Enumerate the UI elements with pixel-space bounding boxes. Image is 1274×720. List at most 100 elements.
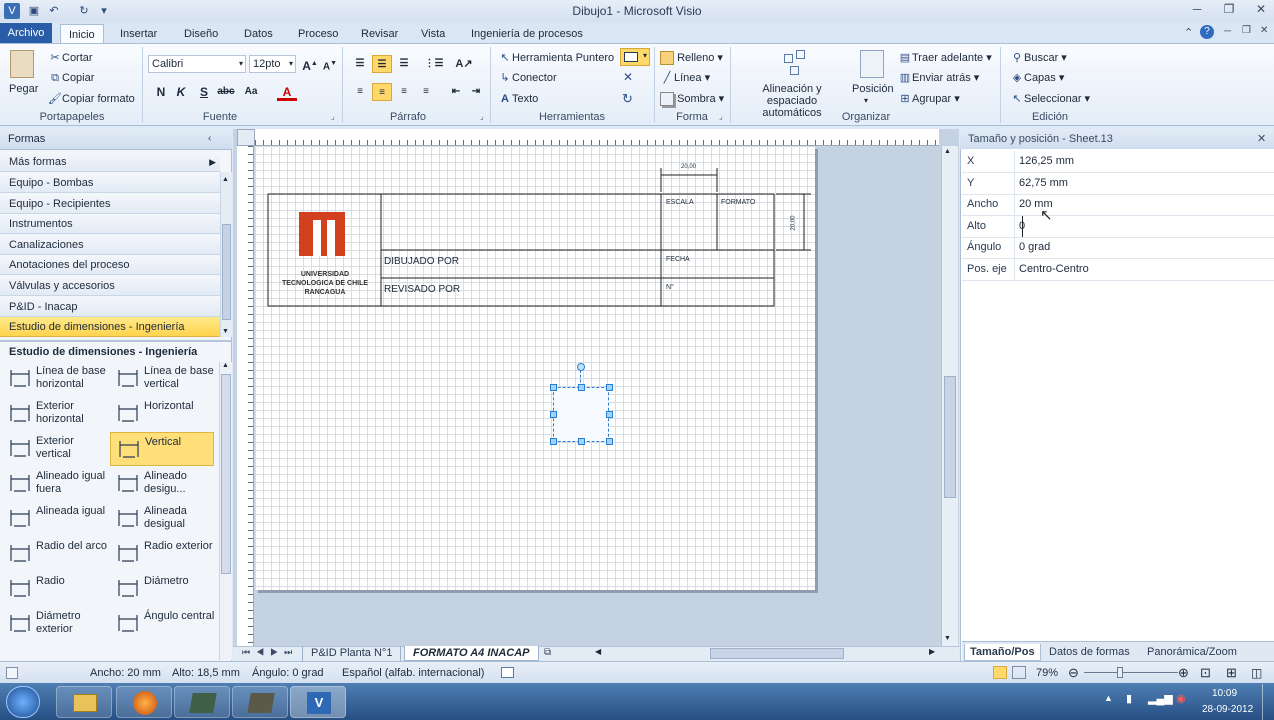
shape-item[interactable]: Radio xyxy=(2,572,106,606)
italic-icon[interactable]: K xyxy=(171,83,191,101)
doc-restore-icon[interactable]: ❐ xyxy=(1242,25,1251,36)
grow-font-icon[interactable]: A▲ xyxy=(300,55,320,73)
page-tab-formato[interactable]: FORMATO A4 INACAP xyxy=(404,646,539,661)
selection-handle[interactable] xyxy=(550,438,557,445)
customize-qat-icon[interactable]: ▾ xyxy=(96,3,112,19)
shape-item[interactable]: Exterior vertical xyxy=(2,432,106,466)
shape-item[interactable]: Diámetro exterior xyxy=(2,607,106,641)
fill-button[interactable]: Relleno ▾ xyxy=(660,51,723,66)
dialog-launcher-icon[interactable]: ⌟ xyxy=(719,112,723,121)
bullets-icon[interactable]: ⋮☰ xyxy=(424,55,444,73)
property-value-field[interactable]: Centro-Centro xyxy=(1014,258,1270,280)
doc-minimize-icon[interactable]: ─ xyxy=(1224,26,1231,37)
selection-handle[interactable] xyxy=(578,438,585,445)
app-taskbar-button[interactable] xyxy=(174,686,230,718)
tab-vista[interactable]: Vista xyxy=(413,24,453,44)
zoom-slider-thumb[interactable] xyxy=(1117,667,1123,678)
show-desktop-button[interactable] xyxy=(1262,684,1274,720)
stencil-item[interactable]: Estudio de dimensiones - Ingeniería xyxy=(0,317,220,338)
property-value-field[interactable]: 0 xyxy=(1014,215,1025,237)
stencil-item[interactable]: Válvulas y accesorios xyxy=(0,276,220,296)
switch-windows-icon[interactable]: ⊞ xyxy=(1226,662,1237,684)
help-icon[interactable]: ? xyxy=(1200,25,1214,39)
pane-tab-shape-data[interactable]: Datos de formas xyxy=(1044,644,1135,661)
macro-icon[interactable] xyxy=(501,667,514,678)
strikethrough-icon[interactable]: abc xyxy=(216,83,236,101)
zoom-in-icon[interactable]: ⊕ xyxy=(1178,662,1189,684)
shape-item[interactable]: Alineada igual xyxy=(2,502,106,536)
pane-tab-pan-zoom[interactable]: Panorámica/Zoom xyxy=(1142,644,1242,661)
tab-archivo[interactable]: Archivo xyxy=(0,23,52,43)
scroll-thumb[interactable] xyxy=(221,374,231,574)
auto-align-icon[interactable] xyxy=(782,50,808,78)
layers-button[interactable]: ◈ Capas ▾ xyxy=(1010,71,1065,85)
selection-handle[interactable] xyxy=(550,384,557,391)
minimize-button[interactable]: ─ xyxy=(1186,2,1208,18)
stencil-scrollbar[interactable]: ▲ ▼ xyxy=(220,172,232,337)
tab-diseno[interactable]: Diseño xyxy=(176,24,226,44)
zoom-level[interactable]: 79% xyxy=(1036,662,1058,684)
tray-volume-icon[interactable]: ◉ xyxy=(1176,692,1186,705)
page-nav-arrows-icon[interactable]: ⏮◀▶⏭ xyxy=(242,647,298,658)
shape-item[interactable]: Línea de base vertical xyxy=(110,362,214,396)
stencil-item[interactable]: Equipo - Bombas xyxy=(0,173,220,193)
zoom-out-icon[interactable]: ⊖ xyxy=(1068,662,1079,684)
shape-item[interactable]: Diámetro xyxy=(110,572,214,606)
decrease-indent-icon[interactable]: ⇤ xyxy=(446,83,466,101)
shape-item[interactable]: Alineado igual fuera xyxy=(2,467,106,501)
selection-handle[interactable] xyxy=(550,411,557,418)
paste-button[interactable]: Pegar xyxy=(9,83,38,95)
rotate-text-icon[interactable]: A↗ xyxy=(454,55,474,73)
full-screen-icon[interactable] xyxy=(993,666,1007,679)
ribbon-collapse-icon[interactable]: ⌃ xyxy=(1184,26,1193,39)
font-color-icon[interactable]: A xyxy=(277,83,297,101)
close-button[interactable]: ✕ xyxy=(1250,2,1272,18)
pointer-tool-button[interactable]: ↖ Herramienta Puntero xyxy=(498,51,614,65)
shape-item[interactable]: Ángulo central xyxy=(110,607,214,641)
font-family-select[interactable]: Calibri ▾ xyxy=(148,55,246,73)
align-center-icon[interactable]: ≡ xyxy=(372,83,392,101)
connection-point-icon[interactable]: ✕ xyxy=(623,70,633,84)
redo-icon[interactable]: ↻ xyxy=(76,3,92,19)
scroll-right-icon[interactable]: ▶ xyxy=(929,647,935,656)
shapes-scrollbar[interactable]: ▲ xyxy=(219,362,232,660)
bring-front-button[interactable]: ▤ Traer adelante ▾ xyxy=(898,51,992,65)
copy-button[interactable]: ⧉ Copiar xyxy=(48,71,94,85)
align-top-icon[interactable]: ☰ xyxy=(350,55,370,73)
pane-close-icon[interactable]: ✕ xyxy=(1257,132,1266,145)
align-bottom-icon[interactable]: ☰ xyxy=(394,55,414,73)
property-value-field[interactable]: 0 grad xyxy=(1014,237,1270,258)
visio-taskbar-button[interactable]: V xyxy=(290,686,346,718)
shadow-button[interactable]: Sombra ▾ xyxy=(660,92,724,107)
stencil-item[interactable]: Instrumentos xyxy=(0,214,220,235)
bold-icon[interactable]: N xyxy=(151,83,171,101)
insert-page-icon[interactable]: ⧉ xyxy=(544,647,551,658)
font-size-select[interactable]: 12pto ▾ xyxy=(249,55,296,73)
stencil-item[interactable]: Equipo - Recipientes xyxy=(0,193,220,214)
tray-network-icon[interactable]: ▂▄▆ xyxy=(1148,692,1173,705)
select-button[interactable]: ↖ Seleccionar ▾ xyxy=(1010,92,1090,106)
status-language[interactable]: Español (alfab. internacional) xyxy=(342,662,484,684)
restore-button[interactable]: ❐ xyxy=(1218,2,1240,18)
firefox-taskbar-button[interactable] xyxy=(116,686,172,718)
pane-tab-size-pos[interactable]: Tamaño/Pos xyxy=(964,644,1041,661)
rotate-tool-icon[interactable]: ↻ xyxy=(622,91,633,107)
doc-close-icon[interactable]: ✕ xyxy=(1260,25,1268,36)
shape-item[interactable]: Radio exterior xyxy=(110,537,214,571)
scroll-left-icon[interactable]: ◀ xyxy=(595,647,601,656)
visio-app-icon[interactable]: V xyxy=(4,3,20,19)
stencil-item[interactable]: Anotaciones del proceso xyxy=(0,255,220,276)
text-tool-button[interactable]: A Texto xyxy=(498,92,538,106)
format-painter-button[interactable]: 🖌Copiar formato xyxy=(48,92,135,106)
shape-item[interactable]: Horizontal xyxy=(110,397,214,431)
tray-arrow-icon[interactable]: ▲ xyxy=(1104,693,1113,703)
start-button[interactable] xyxy=(6,686,40,718)
shape-item[interactable]: Línea de base horizontal xyxy=(2,362,106,396)
scroll-thumb[interactable] xyxy=(222,224,231,320)
shape-item[interactable]: Alineada desigual xyxy=(110,502,214,536)
group-button[interactable]: ⊞ Agrupar ▾ xyxy=(898,92,959,106)
shape-item[interactable]: Alineado desigu... xyxy=(110,467,214,501)
shrink-font-icon[interactable]: A▼ xyxy=(320,55,340,73)
selection-handle[interactable] xyxy=(606,384,613,391)
stencil-item[interactable]: Canalizaciones xyxy=(0,234,220,255)
